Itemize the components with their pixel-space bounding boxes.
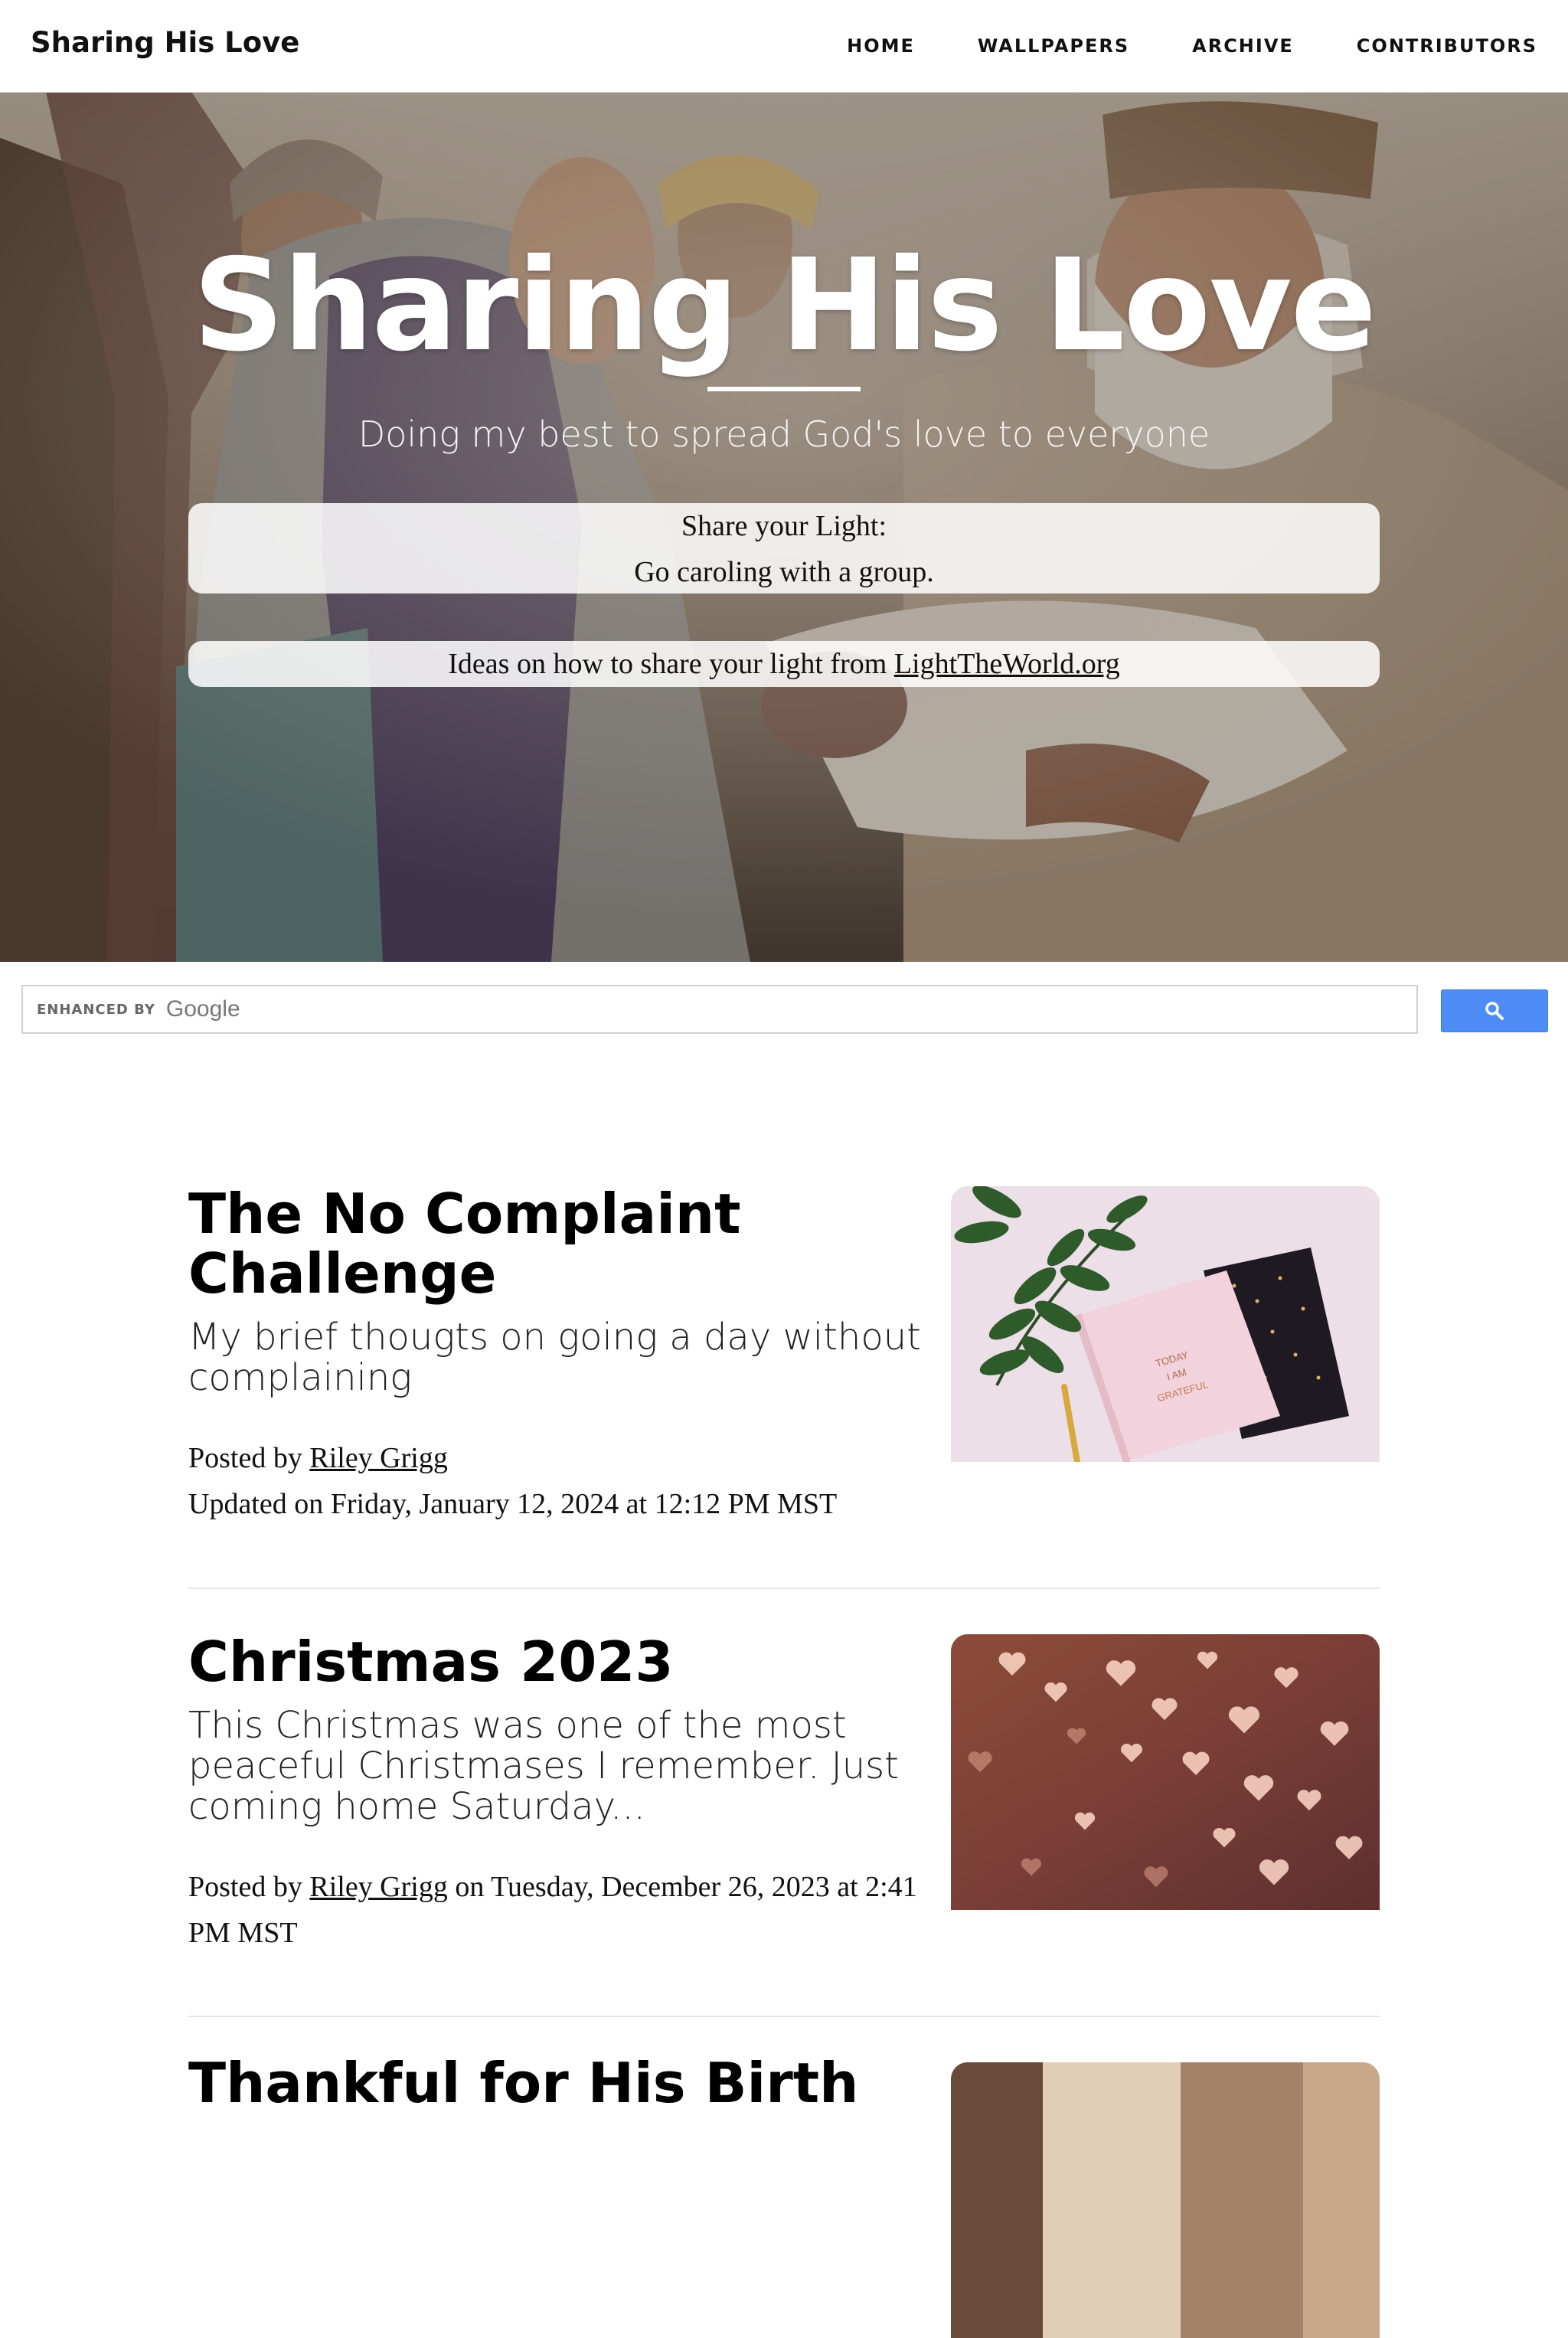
- author-link[interactable]: Riley Grigg: [309, 1442, 447, 1474]
- share-your-light-heading: Share your Light:: [681, 510, 887, 542]
- hero-title: Sharing His Love: [192, 232, 1377, 380]
- hero-banner: Sharing His Love Doing my best to spread…: [0, 92, 1568, 962]
- post-card[interactable]: Thankful for His Birth: [188, 2053, 1380, 2338]
- post-thumbnail[interactable]: TODAY I AM GRATEFUL: [951, 1186, 1380, 1462]
- hero-subtitle: Doing my best to spread God's love to ev…: [358, 414, 1210, 455]
- post-thumbnail[interactable]: [951, 1634, 1380, 1910]
- nav-contributors[interactable]: CONTRIBUTORS: [1357, 35, 1537, 57]
- post-date: Updated on Friday, January 12, 2024 at 1…: [188, 1488, 838, 1520]
- search-button[interactable]: [1441, 989, 1548, 1032]
- post-title[interactable]: Thankful for His Birth: [188, 2053, 893, 2113]
- search-icon: [1485, 1002, 1504, 1020]
- nativity-image: [951, 2062, 1380, 2338]
- nav-home[interactable]: HOME: [847, 35, 915, 57]
- ideas-text: Ideas on how to share your light from: [448, 648, 894, 680]
- google-logo: Google: [165, 996, 240, 1022]
- nav-archive[interactable]: ARCHIVE: [1192, 35, 1294, 57]
- posted-by-label: Posted by: [188, 1442, 310, 1474]
- post-meta: Posted by Riley Grigg on Tuesday, Decemb…: [188, 1864, 923, 1956]
- post-subtitle: My brief thougts on going a day without …: [188, 1316, 921, 1399]
- brand-link[interactable]: Sharing His Love: [31, 26, 299, 59]
- post-subtitle: This Christmas was one of the most peace…: [188, 1704, 899, 1828]
- post-divider: [188, 1588, 1380, 1589]
- posted-by-label: Posted by: [188, 1871, 310, 1903]
- share-your-light-box: Share your Light: Go caroling with a gro…: [188, 503, 1380, 593]
- top-navbar: Sharing His Love HOME WALLPAPERS ARCHIVE…: [0, 0, 1568, 93]
- post-thumbnail[interactable]: [951, 2062, 1380, 2338]
- ideas-box: Ideas on how to share your light from Li…: [188, 641, 1380, 687]
- notebook-leaves-image: TODAY I AM GRATEFUL: [951, 1186, 1380, 1462]
- author-link[interactable]: Riley Grigg: [309, 1871, 447, 1903]
- post-meta: Posted by Riley Grigg Updated on Friday,…: [188, 1435, 923, 1527]
- hero-divider: [707, 387, 861, 391]
- share-your-light-idea: Go caroling with a group.: [634, 556, 934, 588]
- post-title[interactable]: Christmas 2023: [188, 1632, 893, 1692]
- post-title[interactable]: The No Complaint Challenge: [188, 1184, 893, 1303]
- post-card[interactable]: The No Complaint Challenge My brief thou…: [188, 1184, 1380, 1527]
- post-card[interactable]: Christmas 2023 This Christmas was one of…: [188, 1632, 1380, 1956]
- post-divider: [188, 2016, 1380, 2017]
- enhanced-by-label: ENHANCED BY: [37, 1001, 155, 1018]
- lighttheworld-link[interactable]: LightTheWorld.org: [894, 648, 1120, 680]
- nav-wallpapers[interactable]: WALLPAPERS: [978, 35, 1129, 57]
- nav-links: HOME WALLPAPERS ARCHIVE CONTRIBUTORS: [847, 0, 1537, 92]
- search-input[interactable]: ENHANCED BY Google: [21, 985, 1418, 1034]
- bokeh-hearts-image: [951, 1634, 1380, 1910]
